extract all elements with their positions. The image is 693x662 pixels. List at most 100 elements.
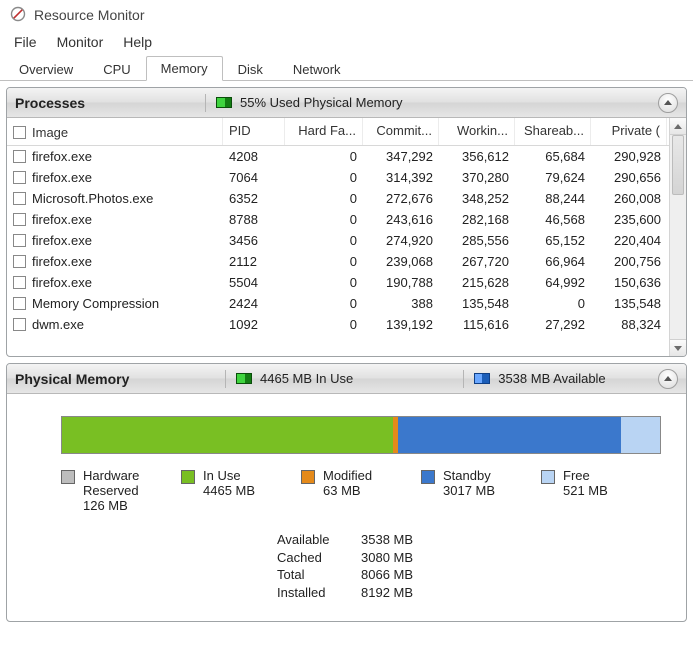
legend-free-value: 521 MB: [563, 483, 608, 498]
cell-pid: 6352: [223, 191, 285, 206]
row-checkbox[interactable]: [13, 213, 26, 226]
table-row[interactable]: Microsoft.Photos.exe63520272,676348,2528…: [7, 188, 669, 209]
cell-pid: 1092: [223, 317, 285, 332]
col-private[interactable]: Private (: [591, 118, 667, 145]
available-meter-icon: [474, 373, 490, 384]
vertical-scrollbar[interactable]: [669, 118, 686, 356]
row-checkbox[interactable]: [13, 276, 26, 289]
cell-commit: 347,292: [363, 149, 439, 164]
memory-bar: [61, 416, 661, 454]
legend-standby-value: 3017 MB: [443, 483, 495, 498]
cell-private: 290,656: [591, 170, 667, 185]
scroll-down-button[interactable]: [670, 339, 686, 356]
summary-available-k: Available: [277, 531, 347, 549]
table-row[interactable]: firefox.exe87880243,616282,16846,568235,…: [7, 209, 669, 230]
cell-commit: 272,676: [363, 191, 439, 206]
row-checkbox[interactable]: [13, 297, 26, 310]
cell-hard: 0: [285, 317, 363, 332]
header-checkbox[interactable]: [13, 126, 26, 139]
cell-pid: 3456: [223, 233, 285, 248]
col-shareable[interactable]: Shareab...: [515, 118, 591, 145]
cell-commit: 388: [363, 296, 439, 311]
cell-image: Memory Compression: [32, 296, 159, 311]
cell-image: firefox.exe: [32, 275, 92, 290]
titlebar: Resource Monitor: [0, 0, 693, 30]
table-row[interactable]: firefox.exe55040190,788215,62864,992150,…: [7, 272, 669, 293]
table-row[interactable]: dwm.exe10920139,192115,61627,29288,324: [7, 314, 669, 335]
summary-available-v: 3538 MB: [361, 531, 413, 549]
cell-pid: 2424: [223, 296, 285, 311]
col-pid[interactable]: PID: [223, 118, 285, 145]
legend-hw-label: HardwareReserved: [83, 468, 139, 498]
mem-in-use-status: 4465 MB In Use: [236, 371, 353, 386]
cell-working: 115,616: [439, 317, 515, 332]
tab-overview[interactable]: Overview: [4, 57, 88, 81]
table-row[interactable]: firefox.exe70640314,392370,28079,624290,…: [7, 167, 669, 188]
scroll-track[interactable]: [670, 135, 686, 339]
row-checkbox[interactable]: [13, 171, 26, 184]
tab-cpu[interactable]: CPU: [88, 57, 145, 81]
column-headers: Image PID Hard Fa... Commit... Workin...…: [7, 118, 669, 146]
tabbar: Overview CPU Memory Disk Network: [0, 54, 693, 81]
table-row[interactable]: firefox.exe42080347,292356,61265,684290,…: [7, 146, 669, 167]
cell-shareable: 46,568: [515, 212, 591, 227]
row-checkbox[interactable]: [13, 255, 26, 268]
menu-monitor[interactable]: Monitor: [47, 32, 114, 52]
legend-mod-value: 63 MB: [323, 483, 372, 498]
mem-segment: [398, 417, 622, 453]
row-checkbox[interactable]: [13, 318, 26, 331]
table-row[interactable]: firefox.exe21120239,068267,72066,964200,…: [7, 251, 669, 272]
processes-table: Image PID Hard Fa... Commit... Workin...…: [7, 118, 669, 356]
summary-total-v: 8066 MB: [361, 566, 413, 584]
processes-header[interactable]: Processes 55% Used Physical Memory: [7, 88, 686, 118]
cell-hard: 0: [285, 212, 363, 227]
table-row[interactable]: firefox.exe34560274,920285,55665,152220,…: [7, 230, 669, 251]
col-image[interactable]: Image: [7, 118, 223, 145]
physical-memory-title: Physical Memory: [15, 371, 215, 387]
window-title: Resource Monitor: [34, 7, 145, 23]
cell-image: firefox.exe: [32, 149, 92, 164]
menu-file[interactable]: File: [4, 32, 47, 52]
cell-private: 150,636: [591, 275, 667, 290]
cell-working: 215,628: [439, 275, 515, 290]
tab-network[interactable]: Network: [278, 57, 356, 81]
col-commit[interactable]: Commit...: [363, 118, 439, 145]
row-checkbox[interactable]: [13, 234, 26, 247]
cell-private: 88,324: [591, 317, 667, 332]
cell-working: 285,556: [439, 233, 515, 248]
table-row[interactable]: Memory Compression24240388135,5480135,54…: [7, 293, 669, 314]
cell-pid: 5504: [223, 275, 285, 290]
memory-collapse-button[interactable]: [658, 369, 678, 389]
cell-image: firefox.exe: [32, 212, 92, 227]
cell-private: 135,548: [591, 296, 667, 311]
physical-memory-body: HardwareReserved 126 MB In Use 4465 MB M…: [7, 394, 686, 621]
physical-memory-header[interactable]: Physical Memory 4465 MB In Use 3538 MB A…: [7, 364, 686, 394]
col-hard-faults[interactable]: Hard Fa...: [285, 118, 363, 145]
summary-cached-v: 3080 MB: [361, 549, 413, 567]
cell-hard: 0: [285, 191, 363, 206]
chevron-up-icon: [664, 376, 672, 381]
in-use-meter-icon: [236, 373, 252, 384]
cell-commit: 274,920: [363, 233, 439, 248]
tab-disk[interactable]: Disk: [223, 57, 278, 81]
cell-hard: 0: [285, 275, 363, 290]
mem-segment: [621, 417, 660, 453]
row-checkbox[interactable]: [13, 192, 26, 205]
app-icon: [10, 6, 26, 25]
row-checkbox[interactable]: [13, 150, 26, 163]
legend-standby-label: Standby: [443, 468, 495, 483]
col-working[interactable]: Workin...: [439, 118, 515, 145]
scroll-thumb[interactable]: [672, 135, 684, 195]
tab-memory[interactable]: Memory: [146, 56, 223, 81]
triangle-down-icon: [674, 346, 682, 351]
menu-help[interactable]: Help: [113, 32, 162, 52]
cell-image: dwm.exe: [32, 317, 84, 332]
cell-commit: 139,192: [363, 317, 439, 332]
cell-hard: 0: [285, 296, 363, 311]
triangle-up-icon: [674, 124, 682, 129]
cell-image: Microsoft.Photos.exe: [32, 191, 153, 206]
processes-collapse-button[interactable]: [658, 93, 678, 113]
swatch-modified: [301, 470, 315, 484]
scroll-up-button[interactable]: [670, 118, 686, 135]
cell-hard: 0: [285, 254, 363, 269]
